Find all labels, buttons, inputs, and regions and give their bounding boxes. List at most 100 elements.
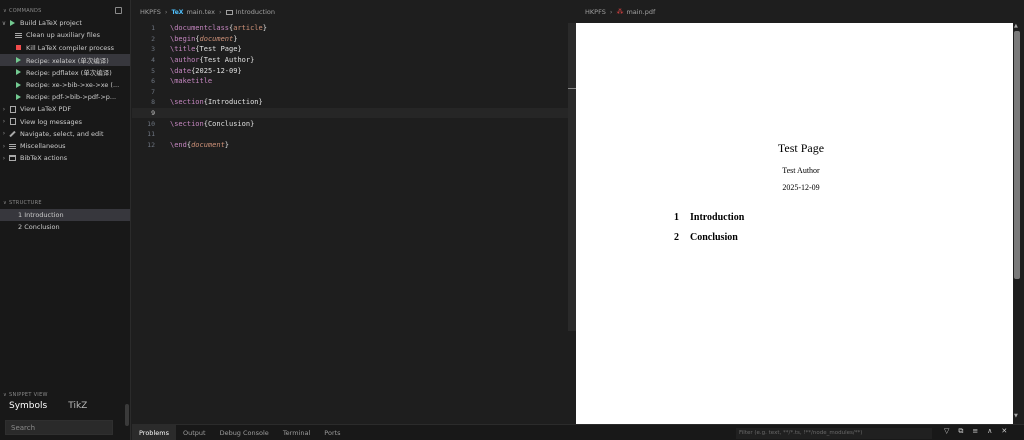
chevron-right-icon[interactable]: ›	[0, 118, 8, 125]
structure-section-header[interactable]: ∨ STRUCTURE	[0, 197, 130, 209]
breadcrumb-file[interactable]: main.pdf	[626, 8, 655, 16]
close-icon[interactable]: ✕	[1001, 427, 1007, 436]
code-area[interactable]: 1 \documentclass{article} 2 \begin{docum…	[132, 23, 576, 150]
chevron-right-icon[interactable]: ›	[0, 155, 8, 162]
scroll-down-icon[interactable]: ▼	[1014, 413, 1018, 419]
structure-item-conclusion[interactable]: 2 Conclusion	[0, 221, 130, 234]
filter-icon[interactable]: ▽	[944, 427, 949, 436]
breadcrumb-folder[interactable]: HKPFS	[585, 8, 606, 16]
scroll-up-icon[interactable]: ▲	[1014, 23, 1018, 29]
command-view-log[interactable]: › View log messages	[0, 115, 130, 127]
editor-pane[interactable]: HKPFS › TeX main.tex › Introduction 1 \d…	[132, 0, 576, 424]
collapse-all-icon[interactable]	[115, 7, 122, 14]
problems-filter-input[interactable]: Filter (e.g. text, **/*.ts, !**/node_mod…	[736, 428, 932, 439]
chevron-down-icon[interactable]: ∨	[0, 20, 8, 27]
brace: }	[237, 66, 242, 75]
pdf-author: Test Author	[782, 166, 820, 175]
command-label: View log messages	[20, 117, 83, 126]
command-kill-compiler[interactable]: Kill LaTeX compiler process	[0, 42, 130, 54]
recipe-pdf-bib[interactable]: Recipe: pdf->bib->pdf->p...	[0, 91, 130, 103]
brace: }	[233, 34, 238, 43]
chevron-right-icon[interactable]: ›	[0, 130, 8, 137]
command-label: Recipe: pdf->bib->pdf->p...	[26, 92, 117, 101]
scroll-position-marker	[568, 88, 576, 89]
chevron-right-icon: ›	[219, 8, 222, 16]
play-icon	[14, 57, 23, 64]
tab-problems[interactable]: Problems	[132, 424, 176, 440]
chevron-right-icon[interactable]: ›	[0, 143, 8, 150]
latex-arg: Test Page	[199, 45, 238, 54]
tex-file-icon: TeX	[171, 8, 184, 16]
line-number: 6	[151, 77, 155, 86]
latex-arg: Conclusion	[207, 119, 251, 128]
section-title: Conclusion	[690, 232, 738, 243]
commands-section-header[interactable]: ∨ COMMANDS	[0, 5, 130, 17]
command-label: Navigate, select, and edit	[20, 129, 104, 138]
command-label: Kill LaTeX compiler process	[26, 43, 115, 52]
filter-placeholder: Filter (e.g. text, **/*.ts, !**/node_mod…	[739, 430, 863, 436]
code-line: 5 \date{2025-12-09}	[132, 65, 576, 76]
word-wrap-icon[interactable]: ≡	[972, 427, 978, 436]
latex-command: \section	[170, 98, 204, 107]
structure-item-introduction[interactable]: 1 Introduction	[0, 208, 130, 222]
snippet-section-header[interactable]: ∨ SNIPPET VIEW	[0, 389, 131, 401]
breadcrumb-file[interactable]: main.tex	[186, 8, 215, 16]
line-number: 2	[151, 34, 155, 43]
pdf-viewer-pane[interactable]: HKPFS › ⁂ main.pdf Test Page Test Author…	[576, 0, 1024, 424]
snippet-scrollbar[interactable]	[125, 404, 129, 426]
command-navigate[interactable]: › Navigate, select, and edit	[0, 128, 130, 140]
sidebar: ∨ COMMANDS ∨ Build LaTeX project Clean u…	[0, 0, 131, 440]
pdf-title: Test Page	[777, 141, 825, 155]
code-line: 7	[132, 87, 576, 98]
pdf-section-heading: 2 Conclusion	[674, 232, 738, 243]
structure-item-label: 1 Introduction	[18, 210, 64, 219]
recipe-pdflatex[interactable]: Recipe: pdflatex (单次编译)	[0, 66, 130, 78]
search-placeholder: Search	[11, 424, 36, 432]
latex-arg: article	[233, 24, 263, 33]
tab-ports[interactable]: Ports	[317, 425, 347, 440]
command-clean-aux[interactable]: Clean up auxiliary files	[0, 29, 130, 41]
command-misc[interactable]: › Miscellaneous	[0, 140, 130, 152]
tab-debug-console[interactable]: Debug Console	[213, 425, 276, 440]
latex-arg: document	[199, 34, 234, 43]
breadcrumb-folder[interactable]: HKPFS	[140, 8, 161, 16]
chevron-down-icon: ∨	[3, 392, 7, 398]
latex-arg: 2025-12-09	[195, 66, 238, 75]
code-line: 2 \begin{document}	[132, 34, 576, 45]
tab-output[interactable]: Output	[176, 425, 213, 440]
pdf-scrollbar-thumb[interactable]	[1014, 31, 1020, 279]
line-number: 5	[151, 66, 155, 75]
tab-symbols[interactable]: Symbols	[9, 401, 47, 411]
snippet-header-label: SNIPPET VIEW	[8, 392, 48, 398]
editor-scrollbar[interactable]	[568, 23, 576, 331]
command-label: BibTeX actions	[20, 154, 68, 163]
command-label: View LaTeX PDF	[20, 105, 72, 114]
line-number: 4	[151, 56, 155, 65]
play-icon	[14, 69, 23, 76]
editor-breadcrumb: HKPFS › TeX main.tex › Introduction	[140, 8, 275, 16]
command-view-pdf[interactable]: › View LaTeX PDF	[0, 103, 130, 115]
breadcrumb-section[interactable]: Introduction	[236, 8, 275, 16]
tab-terminal[interactable]: Terminal	[276, 425, 317, 440]
log-icon	[8, 118, 17, 126]
recipe-xe-bib[interactable]: Recipe: xe->bib->xe->xe (...	[0, 78, 130, 90]
pdf-breadcrumb: HKPFS › ⁂ main.pdf	[585, 8, 655, 16]
command-bibtex[interactable]: › BibTeX actions	[0, 152, 130, 164]
tab-tikz[interactable]: TikZ	[68, 401, 87, 411]
command-label: Miscellaneous	[20, 142, 66, 151]
chevron-right-icon[interactable]: ›	[0, 106, 8, 113]
brace: }	[224, 140, 230, 149]
chevron-up-icon[interactable]: ∧	[987, 427, 992, 436]
structure-header-label: STRUCTURE	[8, 199, 42, 206]
copy-icon[interactable]: ⧉	[958, 427, 963, 436]
command-label: Recipe: xelatex (单次编译)	[26, 57, 109, 66]
line-number: 7	[151, 87, 155, 96]
section-number: 2	[674, 232, 679, 243]
command-build-project[interactable]: ∨ Build LaTeX project	[0, 17, 130, 29]
line-number: 1	[151, 24, 155, 33]
snippet-search-input[interactable]: Search	[5, 420, 113, 435]
panel-actions: ▽ ⧉ ≡ ∧ ✕	[944, 427, 1007, 436]
recipe-xelatex[interactable]: Recipe: xelatex (单次编译)	[0, 53, 130, 67]
line-number: 12	[147, 140, 155, 149]
line-number: 9	[151, 109, 155, 118]
